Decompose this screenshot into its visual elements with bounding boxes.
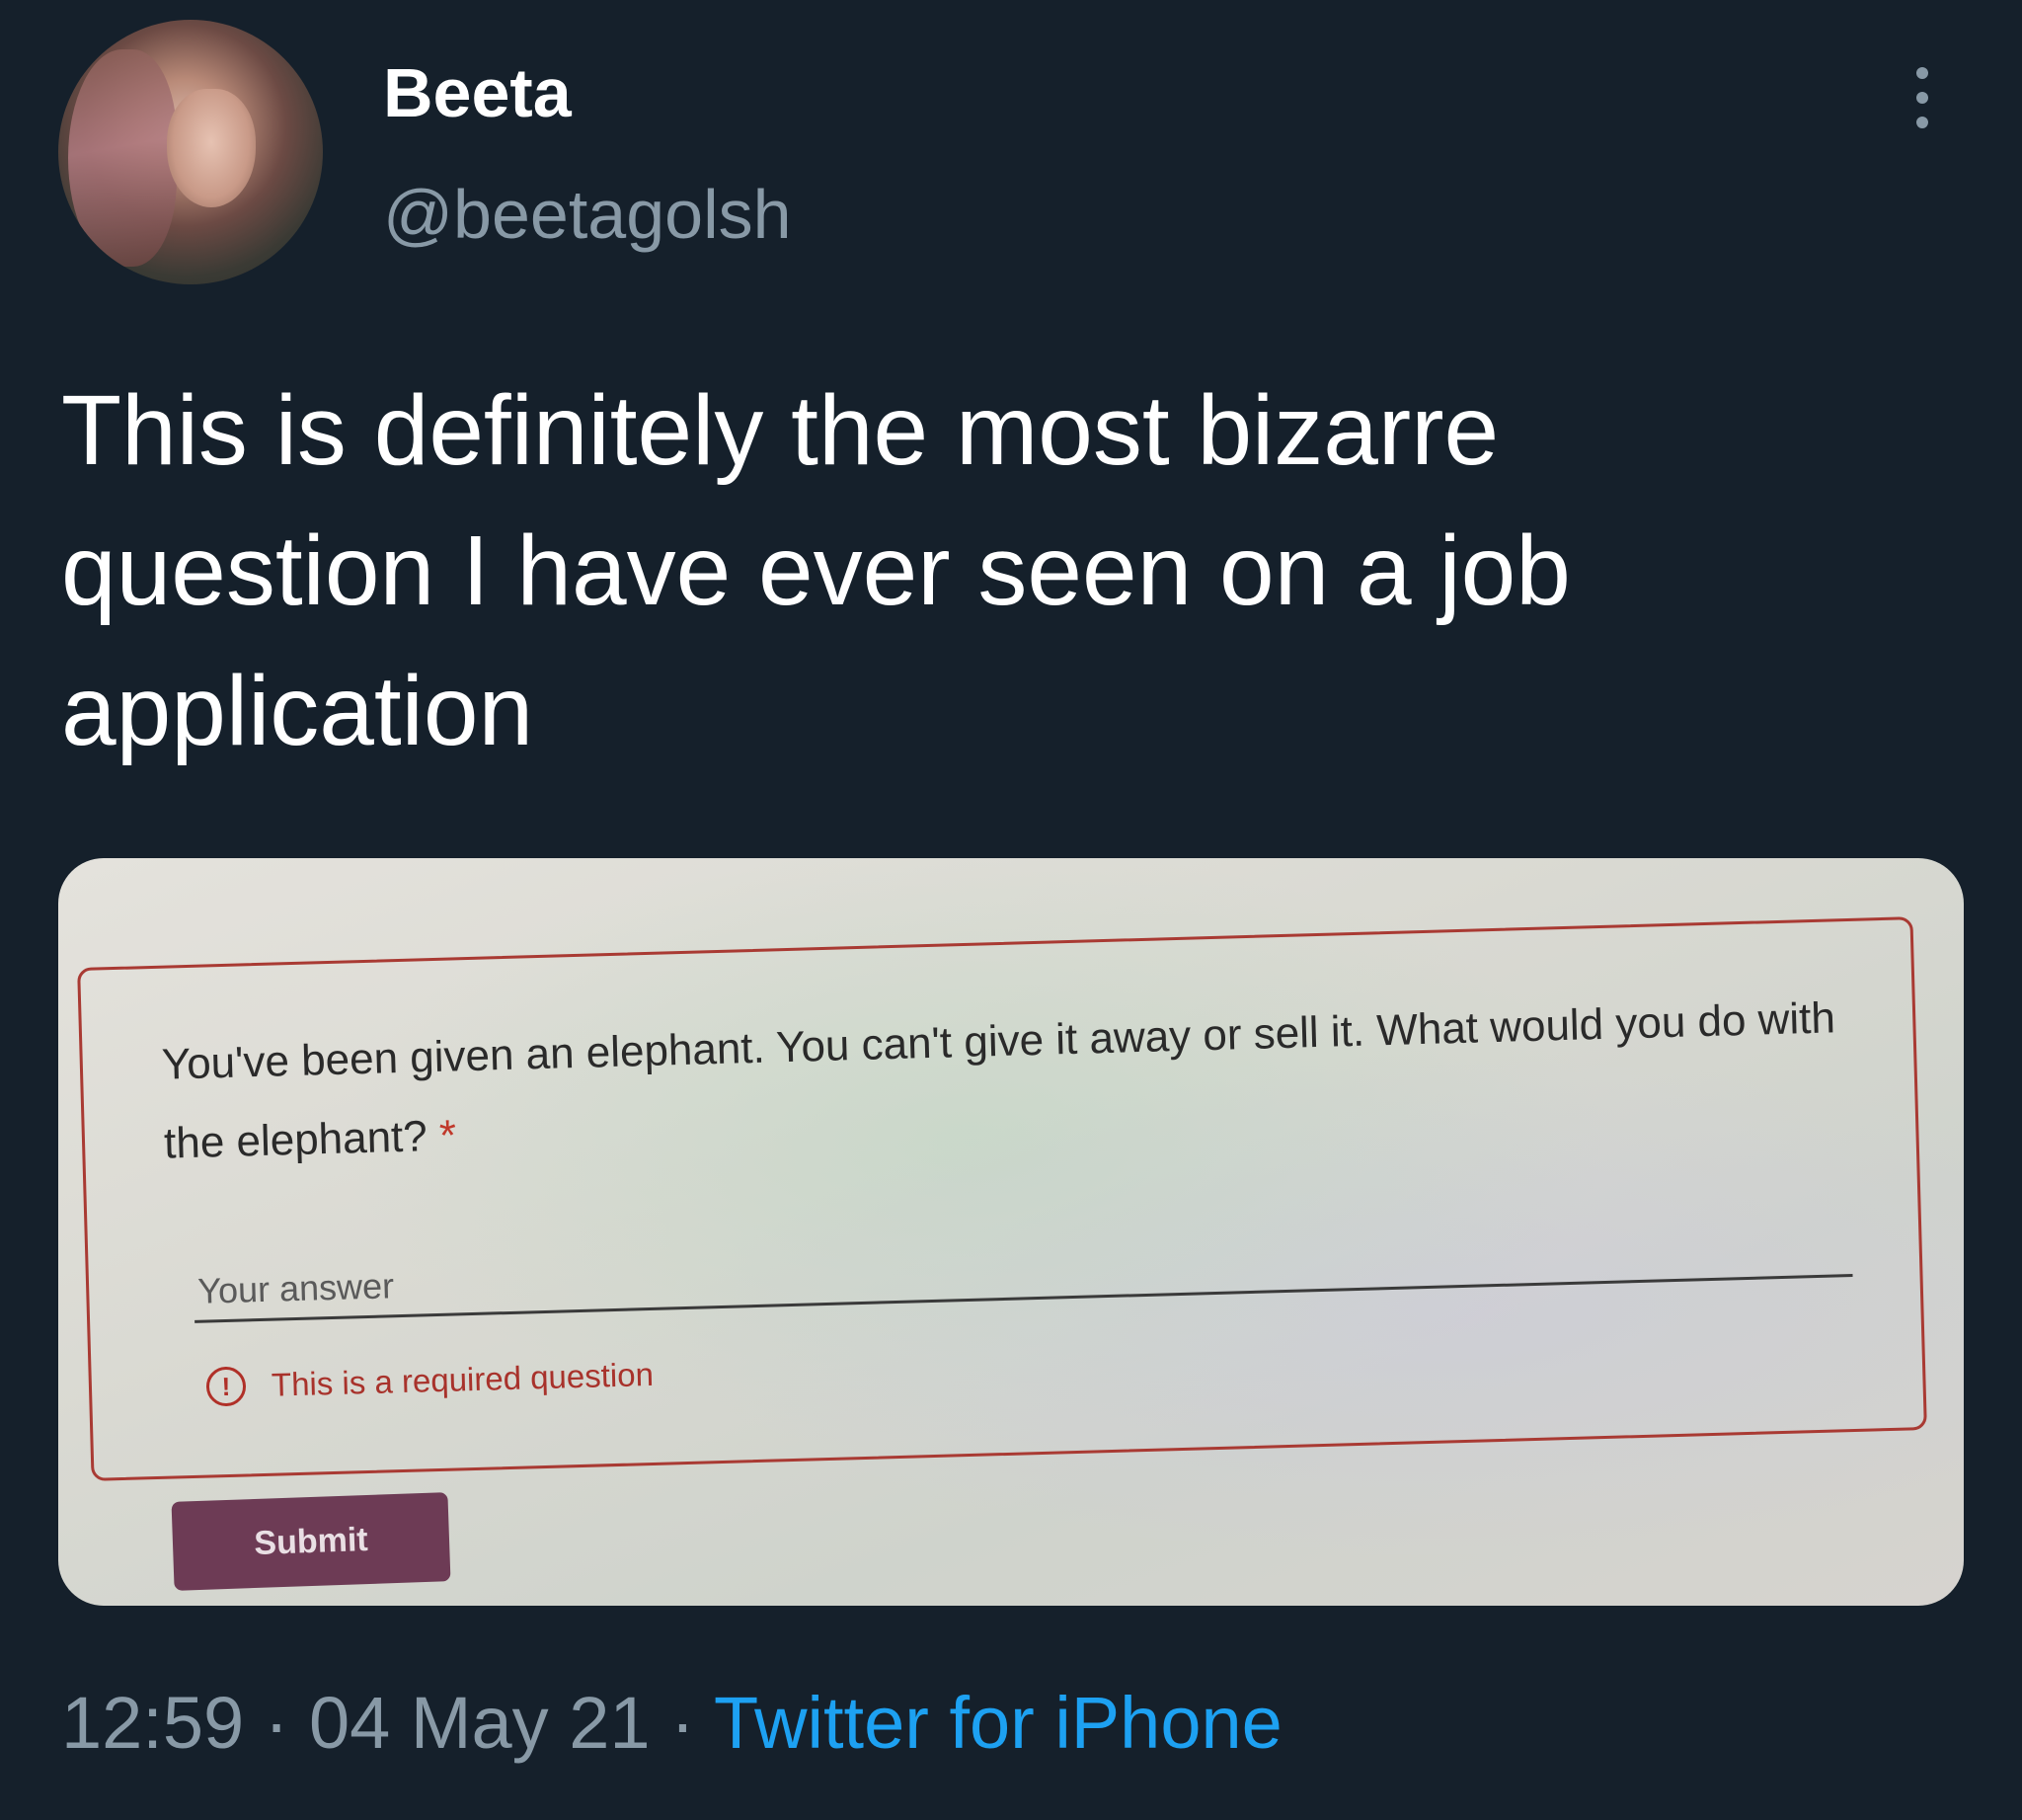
user-handle[interactable]: @beetagolsh [383,173,792,256]
tweet-text: This is definitely the most bizarre ques… [61,375,1571,766]
tweet-meta: 12:59 · 04 May 21 · Twitter for iPhone [61,1679,1283,1768]
required-marker: * [438,1111,457,1160]
error-message: This is a required question [271,1355,655,1403]
avatar-face [167,89,256,207]
tweet-media-photo[interactable]: You've been given an elephant. You can't… [58,858,1964,1606]
submit-button: Submit [171,1492,451,1591]
more-options-icon[interactable] [1898,63,1947,132]
error-row: ! This is a required question [205,1355,654,1407]
tweet-time[interactable]: 12:59 [61,1682,244,1764]
meta-separator: · [670,1682,695,1764]
form-question: You've been given an elephant. You can't… [161,979,1843,1183]
tweet-date[interactable]: 04 May 21 [309,1682,651,1764]
tweet-source-link[interactable]: Twitter for iPhone [714,1682,1283,1764]
error-icon: ! [205,1366,247,1407]
meta-separator: · [264,1682,289,1764]
display-name[interactable]: Beeta [383,51,572,134]
form-question-card: You've been given an elephant. You can't… [77,916,1927,1481]
avatar[interactable] [58,20,323,284]
more-dot [1916,117,1928,128]
more-dot [1916,92,1928,104]
form-question-text: You've been given an elephant. You can't… [161,993,1836,1168]
answer-field: Your answer [193,1217,1853,1323]
avatar-hair [68,49,177,267]
more-dot [1916,67,1928,79]
